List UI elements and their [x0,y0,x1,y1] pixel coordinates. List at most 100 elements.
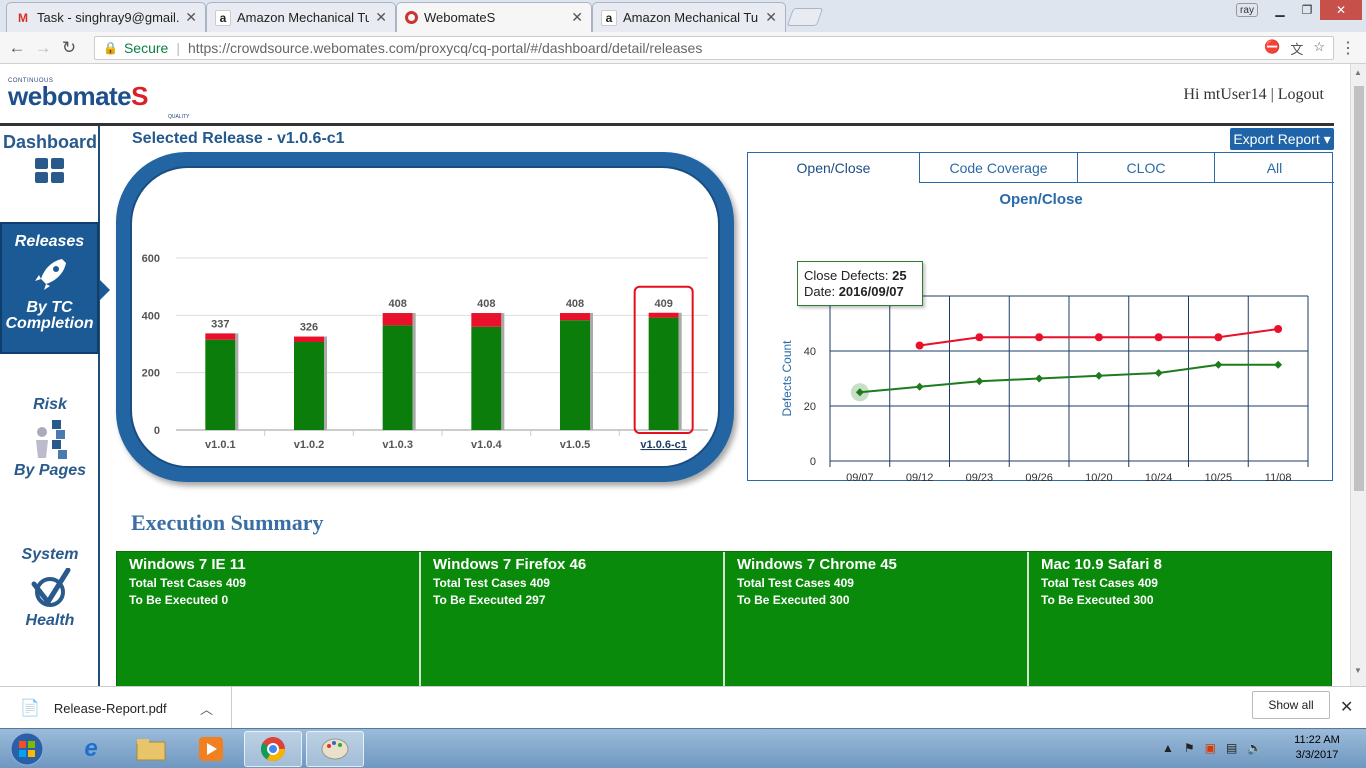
taskbar-clock[interactable]: 11:22 AM 3/3/2017 [1282,733,1352,763]
browser-tab-webomates[interactable]: WebomateS ✕ [396,2,592,32]
lock-icon: 🔒 [103,41,118,55]
office-icon[interactable]: ▣ [1205,741,1216,755]
sidebar-item-system-health[interactable]: System Health [0,546,100,630]
browser-menu-icon[interactable]: ⋮ [1340,38,1356,58]
browser-tab-amazon-2[interactable]: a Amazon Mechanical Turk ✕ [592,2,786,32]
url-text: https://crowdsource.webomates.com/proxyc… [187,40,703,56]
logout-link[interactable]: Logout [1278,86,1324,103]
release-bar-chart: 0 200 400 600 337 v1.0.1 326 v1.0.2 408 v1.0.3 408… [142,253,708,451]
forward-icon[interactable]: → [30,38,56,58]
amazon-icon: a [601,9,617,26]
header-divider [0,123,1334,126]
reload-icon[interactable]: ↻ [56,38,82,58]
media-player-taskbar-icon[interactable] [182,731,240,767]
chrome-taskbar-icon[interactable] [244,731,302,767]
back-icon[interactable]: ← [4,38,30,58]
close-tab-icon[interactable]: ✕ [375,9,387,26]
line-x-tick-label: 10/24 [1145,472,1173,482]
bar-segment-failed [294,336,324,342]
bar-segment-failed [471,313,502,327]
start-button[interactable] [2,729,52,768]
bar-segment-passed [382,325,413,430]
open-defects-point [1035,333,1044,342]
browser-tab-amazon-1[interactable]: a Amazon Mechanical Turk ✕ [206,2,396,32]
page-content: CONTINUOUS webomateS QUALITY Hi mtUser14… [0,64,1350,686]
open-defects-point [1154,333,1163,342]
show-all-button[interactable]: Show all [1252,691,1330,719]
health-check-icon [28,567,72,610]
line-x-tick-label: 09/26 [1025,472,1053,482]
close-tab-icon[interactable]: ✕ [571,9,583,26]
volume-icon[interactable]: 🔈 [1247,741,1262,755]
selected-release-title: Selected Release - v1.0.6-c1 [132,130,345,147]
download-bar: 📄 Release-Report.pdf ︿ Show all ✕ [0,686,1366,729]
user-box: Hi mtUser14 | Logout [1183,86,1324,103]
dashboard-grid-icon [35,158,64,183]
sidebar-item-dashboard[interactable]: Dashboard [0,132,100,190]
bar-shadow [678,312,682,430]
platform-card-chrome[interactable]: Windows 7 Chrome 45 Total Test Cases 409… [725,552,1029,686]
close-tab-icon[interactable]: ✕ [185,9,197,26]
line-y-tick-label: 20 [804,401,816,413]
bar-shadow [324,336,327,430]
blocked-icon[interactable]: ⛔ [1264,39,1280,58]
page-scrollbar[interactable]: ▲ ▼ [1350,64,1366,686]
ie-taskbar-icon[interactable]: e [62,731,120,767]
webomates-logo[interactable]: CONTINUOUS webomateS QUALITY [8,78,189,120]
close-defects-point [1035,374,1044,383]
bar-segment-passed [294,341,324,430]
export-report-button[interactable]: Export Report ▾ [1230,128,1334,150]
bar-segment-failed [560,313,590,321]
line-x-tick-label: 09/07 [846,472,874,482]
bar-segment-passed [471,326,502,430]
sidebar-item-risk[interactable]: Risk By Pages [0,396,100,480]
bar-y-tick-label: 400 [142,310,160,322]
bar-segment-passed [648,317,679,430]
new-tab-button[interactable] [786,8,824,26]
bar-shadow [235,333,239,430]
line-y-tick-label: 0 [810,456,816,468]
open-close-line-chart: 020406009/0709/1209/2309/2610/2010/2410/… [780,291,1309,482]
amazon-icon: a [215,9,231,26]
open-defects-point [1094,333,1103,342]
bar-category-label: v1.0.4 [471,439,502,451]
platform-card-firefox[interactable]: Windows 7 Firefox 46 Total Test Cases 40… [421,552,725,686]
bar-total-label: 408 [477,298,495,310]
scroll-up-icon[interactable]: ▲ [1354,68,1362,77]
window-user-badge[interactable]: ray [1236,3,1258,17]
line-x-tick-label: 10/20 [1085,472,1113,482]
window-close-icon[interactable]: ✕ [1320,0,1362,20]
browser-tab-gmail[interactable]: M Task - singhray9@gmail.c ✕ [6,2,206,32]
address-bar[interactable]: 🔒 Secure | https://crowdsource.webomates… [94,36,1334,60]
download-item[interactable]: 📄 Release-Report.pdf ︿ [0,687,232,729]
paint-taskbar-icon[interactable] [306,731,364,767]
scroll-down-icon[interactable]: ▼ [1354,666,1362,675]
bar-y-tick-label: 0 [154,425,160,437]
bar-segment-failed [648,312,679,318]
close-defects-point [1154,369,1163,377]
bar-shadow [590,313,593,430]
gmail-icon: M [18,10,28,25]
platform-card-ie[interactable]: Windows 7 IE 11 Total Test Cases 409 To … [117,552,421,686]
bookmark-star-icon[interactable]: ☆ [1313,39,1325,58]
rocket-icon [2,255,97,300]
execution-summary-grid: Windows 7 IE 11 Total Test Cases 409 To … [116,551,1332,686]
translate-icon[interactable]: 文 [1290,39,1303,58]
bar-shadow [501,313,505,430]
sidebar-item-releases[interactable]: Releases By TC Completion [0,222,99,354]
close-download-bar-icon[interactable]: ✕ [1340,697,1353,717]
explorer-taskbar-icon[interactable] [122,731,180,767]
close-tab-icon[interactable]: ✕ [765,9,777,26]
scrollbar-thumb[interactable] [1354,86,1364,491]
bar-category-label: v1.0.1 [205,439,236,451]
chevron-up-icon[interactable]: ︿ [200,699,213,718]
show-hidden-icons[interactable]: ▲ [1162,741,1174,755]
minimize-icon[interactable]: ▁ [1266,0,1294,20]
network-icon[interactable]: ▤ [1226,741,1237,755]
close-defects-point [975,377,984,386]
bar-segment-passed [205,339,236,430]
webomates-icon [405,11,418,24]
restore-icon[interactable]: ❐ [1294,0,1320,20]
flag-icon[interactable]: ⚑ [1184,741,1195,755]
platform-card-safari[interactable]: Mac 10.9 Safari 8 Total Test Cases 409 T… [1029,552,1331,686]
